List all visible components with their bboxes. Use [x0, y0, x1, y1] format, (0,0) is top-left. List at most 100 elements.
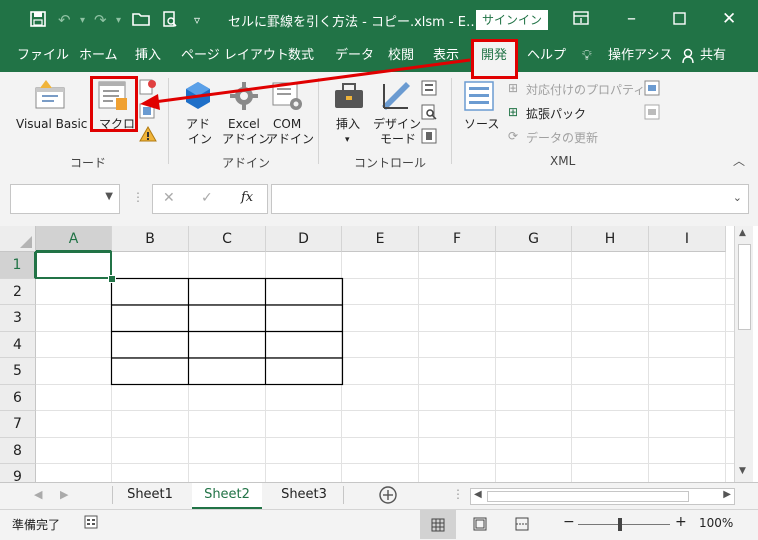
row-header[interactable]: 1: [0, 252, 36, 279]
design-mode-line1[interactable]: デザイン: [373, 117, 421, 132]
column-header[interactable]: E: [342, 226, 419, 252]
zoom-level[interactable]: 100%: [699, 516, 733, 530]
add-sheet-icon[interactable]: [378, 485, 398, 508]
group-xml-label: XML: [550, 154, 576, 168]
column-header[interactable]: D: [266, 226, 342, 252]
undo-icon[interactable]: ↶: [58, 11, 71, 29]
column-header[interactable]: C: [189, 226, 266, 252]
name-box[interactable]: ▼: [10, 184, 120, 214]
scroll-down-icon[interactable]: ▼: [739, 466, 746, 476]
addins-button-line1[interactable]: アド: [186, 117, 210, 132]
macro-record-status-icon[interactable]: [84, 515, 98, 532]
tab-file[interactable]: ファイル: [17, 40, 69, 72]
insert-function-button[interactable]: fx: [241, 190, 253, 205]
row-header[interactable]: 8: [0, 438, 36, 464]
column-header[interactable]: F: [419, 226, 496, 252]
vertical-scroll-thumb[interactable]: [738, 244, 751, 330]
column-header[interactable]: I: [649, 226, 726, 252]
normal-view-button[interactable]: [420, 510, 456, 539]
row-header[interactable]: 2: [0, 279, 36, 305]
open-folder-icon[interactable]: [132, 11, 150, 31]
zoom-in-button[interactable]: +: [675, 514, 687, 530]
tell-me-search[interactable]: 操作アシス: [608, 40, 672, 72]
zoom-slider-handle[interactable]: [618, 518, 622, 531]
gridline: [36, 437, 734, 438]
page-break-view-button[interactable]: [515, 517, 529, 534]
fill-handle[interactable]: [108, 275, 116, 283]
column-header[interactable]: A: [36, 226, 112, 252]
gridline: [571, 252, 572, 482]
column-header[interactable]: H: [572, 226, 649, 252]
prev-sheet-icon[interactable]: ◀: [34, 488, 42, 501]
close-icon[interactable]: ✕: [722, 9, 736, 29]
insert-dropdown-icon[interactable]: ▾: [345, 133, 350, 148]
row-header[interactable]: 4: [0, 332, 36, 358]
excel-addins-line1[interactable]: Excel: [228, 117, 260, 132]
design-mode-line2[interactable]: モード: [380, 132, 416, 147]
map-properties-button[interactable]: 対応付けのプロパティ: [526, 81, 645, 98]
enter-icon[interactable]: ✓: [201, 190, 213, 206]
save-icon[interactable]: [30, 11, 46, 31]
zoom-slider[interactable]: [578, 524, 670, 525]
horizontal-scroll-thumb[interactable]: [487, 491, 689, 502]
scroll-up-icon[interactable]: ▲: [739, 228, 746, 238]
active-cell-A1[interactable]: [35, 251, 112, 279]
zoom-out-button[interactable]: −: [563, 514, 575, 530]
tab-split-grip-icon[interactable]: ⋮: [452, 487, 464, 501]
undo-dropdown-icon[interactable]: ▾: [80, 15, 85, 26]
com-addins-line1[interactable]: COM: [273, 117, 301, 132]
visual-basic-button[interactable]: Visual Basic: [16, 117, 87, 132]
sheet-tab-1[interactable]: Sheet1: [118, 483, 182, 507]
column-header[interactable]: B: [112, 226, 189, 252]
map-properties-icon: ⊞: [508, 81, 519, 95]
expand-formula-icon[interactable]: ⌄: [733, 191, 742, 204]
xml-import-icon[interactable]: [644, 80, 660, 99]
tab-help[interactable]: ヘルプ: [527, 40, 566, 72]
row-header[interactable]: 6: [0, 385, 36, 411]
insert-control-button[interactable]: 挿入: [336, 117, 360, 132]
macro-security-icon[interactable]: [139, 125, 157, 145]
row-header[interactable]: 5: [0, 358, 36, 385]
share-button[interactable]: 共有: [700, 40, 726, 72]
maximize-icon[interactable]: [673, 11, 686, 29]
redo-dropdown-icon[interactable]: ▾: [116, 15, 121, 26]
worksheet-grid[interactable]: A B C D E F G H I 1 2 3 4 5 6 7 8 9: [0, 226, 734, 482]
select-all-corner[interactable]: [0, 226, 36, 252]
row-header[interactable]: 3: [0, 305, 36, 332]
row-header[interactable]: 7: [0, 411, 36, 438]
signin-button[interactable]: サインイン: [476, 10, 548, 30]
xml-source-button[interactable]: ソース: [464, 117, 499, 132]
scroll-left-icon[interactable]: ◀: [474, 489, 482, 500]
xml-export-icon[interactable]: [644, 104, 660, 123]
row-header[interactable]: 9: [0, 464, 36, 482]
com-addins-line2[interactable]: アドイン: [266, 132, 314, 147]
gridline: [36, 410, 734, 411]
cancel-icon[interactable]: ✕: [163, 190, 175, 206]
horizontal-scrollbar[interactable]: ◀ ▶: [470, 488, 735, 505]
gridline: [36, 463, 734, 464]
ribbon-display-options-icon[interactable]: [573, 11, 589, 29]
column-header[interactable]: G: [496, 226, 572, 252]
run-dialog-icon[interactable]: [421, 128, 437, 147]
customize-qat-icon[interactable]: ▿: [194, 13, 200, 27]
lightbulb-icon: 💡︎: [582, 48, 592, 64]
name-box-dropdown-icon[interactable]: ▼: [105, 191, 113, 202]
minimize-icon[interactable]: –: [627, 8, 636, 29]
gridline: [648, 252, 649, 482]
excel-addins-line2[interactable]: アドイン: [222, 132, 270, 147]
share-icon[interactable]: [682, 40, 696, 72]
sheet-tab-3[interactable]: Sheet3: [272, 483, 336, 507]
formula-input[interactable]: ⌄: [271, 184, 749, 214]
refresh-data-button[interactable]: データの更新: [526, 129, 598, 146]
next-sheet-icon[interactable]: ▶: [60, 488, 68, 501]
addins-button-line2[interactable]: イン: [188, 132, 212, 147]
page-layout-view-button[interactable]: [473, 517, 487, 534]
sheet-tab-2[interactable]: Sheet2: [192, 483, 262, 509]
vertical-scrollbar[interactable]: ▲ ▼: [734, 226, 753, 482]
collapse-ribbon-icon[interactable]: ︿: [733, 152, 745, 169]
tab-home[interactable]: ホーム: [79, 40, 118, 72]
redo-icon[interactable]: ↷: [94, 11, 107, 29]
scroll-right-icon[interactable]: ▶: [723, 489, 731, 500]
expansion-pack-button[interactable]: 拡張パック: [526, 105, 586, 122]
print-preview-icon[interactable]: [162, 11, 178, 32]
